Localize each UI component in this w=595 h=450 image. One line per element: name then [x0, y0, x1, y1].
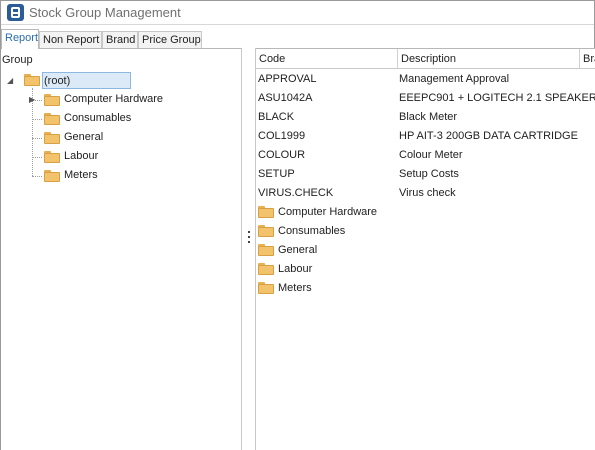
grid-header: Code Description Bra [256, 49, 595, 69]
tree-node-label: General [64, 131, 104, 143]
splitter-grip-icon [248, 236, 250, 238]
cell-code: BLACK [258, 111, 295, 123]
folder-row[interactable]: General [256, 241, 595, 260]
column-header-description[interactable]: Description [398, 49, 580, 69]
tree-node-labour[interactable]: Labour [1, 147, 241, 166]
tree-node-consumables[interactable]: Consumables [1, 109, 241, 128]
folder-icon [44, 170, 60, 182]
stock-grid: Code Description Bra APPROVAL Management… [256, 48, 595, 450]
table-row[interactable]: BLACK Black Meter [256, 108, 595, 127]
folder-icon [44, 94, 60, 106]
table-row[interactable]: VIRUS.CHECK Virus check [256, 184, 595, 203]
tab-report[interactable]: Report [1, 29, 39, 49]
splitter-grip-icon [248, 231, 250, 233]
tree-node-label: Computer Hardware [64, 93, 164, 105]
folder-icon [44, 132, 60, 144]
table-row[interactable]: COLOUR Colour Meter [256, 146, 595, 165]
folder-row-label: Labour [278, 263, 313, 275]
column-header-brand[interactable]: Bra [580, 49, 595, 69]
tab-brand[interactable]: Brand [102, 31, 138, 49]
tab-price-group[interactable]: Price Group [138, 31, 202, 49]
tree-node-label: (root) [42, 72, 132, 89]
folder-icon [258, 244, 274, 256]
title-bar: Stock Group Management [1, 1, 594, 25]
folder-icon [258, 263, 274, 275]
column-header-code[interactable]: Code [256, 49, 398, 69]
folder-icon [258, 282, 274, 294]
folder-row-label: Consumables [278, 225, 346, 237]
folder-row-label: Computer Hardware [278, 206, 378, 218]
group-tree-panel: Group ◢ (root) ▶ Computer Hardware Consu… [1, 48, 242, 450]
panel-splitter[interactable] [242, 48, 256, 450]
cell-code: COLOUR [258, 149, 306, 161]
folder-icon [258, 225, 274, 237]
table-row[interactable]: APPROVAL Management Approval [256, 70, 595, 89]
folder-row[interactable]: Labour [256, 260, 595, 279]
tree-node-general[interactable]: General [1, 128, 241, 147]
table-row[interactable]: COL1999 HP AIT-3 200GB DATA CARTRIDGE [256, 127, 595, 146]
folder-open-icon [24, 74, 40, 86]
cell-description: Colour Meter [399, 149, 463, 161]
table-row[interactable]: ASU1042A EEEPC901 + LOGITECH 2.1 SPEAKER [256, 89, 595, 108]
tree-node-label: Labour [64, 150, 99, 162]
stock-group-window: Stock Group Management Report Non Report… [0, 0, 595, 450]
folder-icon [258, 206, 274, 218]
cell-description: Management Approval [399, 73, 510, 85]
cell-description: HP AIT-3 200GB DATA CARTRIDGE [399, 130, 578, 142]
tree-node-label: Meters [64, 169, 98, 181]
cell-code: COL1999 [258, 130, 306, 142]
tree-node-computer-hardware[interactable]: ▶ Computer Hardware [1, 90, 241, 109]
folder-row[interactable]: Computer Hardware [256, 203, 595, 222]
app-logo-icon [7, 4, 24, 21]
tree-node-label: Consumables [64, 112, 132, 124]
cell-code: SETUP [258, 168, 295, 180]
table-row[interactable]: SETUP Setup Costs [256, 165, 595, 184]
tree-node-root[interactable]: ◢ (root) [1, 71, 241, 90]
folder-row[interactable]: Meters [256, 279, 595, 298]
collapse-arrow-icon[interactable]: ◢ [7, 76, 13, 86]
window-title: Stock Group Management [29, 5, 181, 20]
expand-arrow-icon[interactable]: ▶ [29, 95, 35, 105]
cell-description: Black Meter [399, 111, 458, 123]
tree-node-meters[interactable]: Meters [1, 166, 241, 185]
cell-description: Virus check [399, 187, 456, 199]
cell-description: EEEPC901 + LOGITECH 2.1 SPEAKER [399, 92, 595, 104]
folder-row[interactable]: Consumables [256, 222, 595, 241]
group-header: Group [2, 54, 33, 66]
folder-icon [44, 113, 60, 125]
folder-icon [44, 151, 60, 163]
cell-code: VIRUS.CHECK [258, 187, 334, 199]
cell-code: APPROVAL [258, 73, 317, 85]
splitter-grip-icon [248, 241, 250, 243]
cell-code: ASU1042A [258, 92, 313, 104]
tab-non-report[interactable]: Non Report [39, 31, 102, 49]
cell-description: Setup Costs [399, 168, 459, 180]
folder-row-label: Meters [278, 282, 312, 294]
folder-row-label: General [278, 244, 318, 256]
